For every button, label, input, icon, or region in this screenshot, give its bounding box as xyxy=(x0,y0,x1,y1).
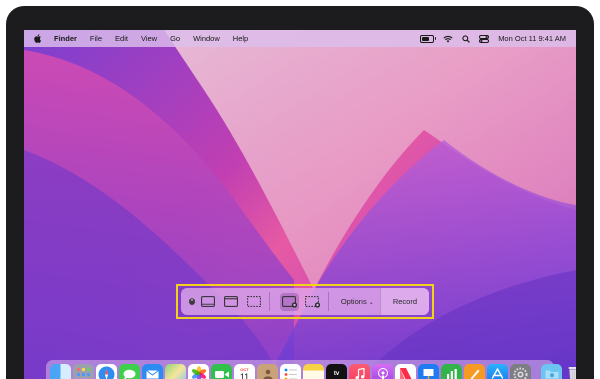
menu-window[interactable]: Window xyxy=(193,34,220,43)
dock-news-icon[interactable] xyxy=(395,363,416,379)
laptop-bezel: Finder File Edit View Go Window Help Mon… xyxy=(6,6,594,379)
wifi-icon[interactable] xyxy=(443,35,453,43)
dock-keynote-icon[interactable] xyxy=(418,363,439,379)
search-icon[interactable] xyxy=(462,34,471,43)
dock-contacts-icon[interactable] xyxy=(257,363,278,379)
capture-selection-icon[interactable] xyxy=(245,293,264,311)
dock-numbers-icon[interactable] xyxy=(441,363,462,379)
dock-finder-icon[interactable] xyxy=(50,363,71,379)
record-entire-screen-icon[interactable] xyxy=(280,292,300,311)
record-button[interactable]: Record xyxy=(379,288,430,315)
toolbar-divider xyxy=(269,292,271,311)
dock-system-preferences-icon[interactable] xyxy=(510,363,531,379)
capture-entire-screen-icon[interactable] xyxy=(199,293,218,311)
wallpaper xyxy=(24,30,576,379)
options-label: Options xyxy=(340,297,367,306)
dock-tv-icon[interactable]: tv xyxy=(326,363,347,379)
dock-music-icon[interactable] xyxy=(349,363,370,379)
apple-menu-icon[interactable] xyxy=(34,34,42,43)
control-center-icon[interactable] xyxy=(479,34,490,43)
record-selection-icon[interactable] xyxy=(303,293,322,311)
toolbar-divider xyxy=(327,292,329,311)
record-label: Record xyxy=(392,297,418,306)
menu-go[interactable]: Go xyxy=(170,34,180,43)
dock-safari-icon[interactable] xyxy=(96,363,117,379)
close-icon[interactable]: × xyxy=(189,298,195,305)
menu-bar: Finder File Edit View Go Window Help Mon… xyxy=(24,30,576,47)
dock-reminders-icon[interactable] xyxy=(280,363,301,379)
capture-window-icon[interactable] xyxy=(222,293,241,311)
battery-icon[interactable] xyxy=(420,34,437,43)
dock-maps-icon[interactable] xyxy=(165,363,186,379)
dock-launchpad-icon[interactable] xyxy=(73,363,94,379)
menu-help[interactable]: Help xyxy=(233,34,248,43)
dock: OCT 11 tv xyxy=(46,360,576,379)
screenshot-toolbar: × Options ⌄ Record xyxy=(181,288,430,315)
dock-app-store-icon[interactable] xyxy=(487,363,508,379)
menu-clock[interactable]: Mon Oct 11 9:41 AM xyxy=(498,34,566,43)
menu-view[interactable]: View xyxy=(141,34,157,43)
dock-photos-icon[interactable] xyxy=(188,363,209,379)
dock-trash-icon[interactable] xyxy=(564,364,576,379)
calendar-day: 11 xyxy=(239,371,250,379)
dock-mail-icon[interactable] xyxy=(142,363,163,379)
desktop-screen: Finder File Edit View Go Window Help Mon… xyxy=(24,30,576,379)
menu-edit[interactable]: Edit xyxy=(115,34,128,43)
options-button[interactable]: Options ⌄ xyxy=(335,297,380,306)
menu-file[interactable]: File xyxy=(90,34,102,43)
menu-app-name[interactable]: Finder xyxy=(54,34,77,43)
dock-calendar-icon[interactable]: OCT 11 xyxy=(234,363,255,379)
dock-downloads-folder-icon[interactable] xyxy=(541,363,562,379)
dock-podcasts-icon[interactable] xyxy=(372,363,393,379)
dock-facetime-icon[interactable] xyxy=(211,363,232,379)
dock-messages-icon[interactable] xyxy=(119,363,140,379)
dock-notes-icon[interactable] xyxy=(303,363,324,379)
chevron-down-icon: ⌄ xyxy=(368,300,374,306)
dock-pages-icon[interactable] xyxy=(464,363,485,379)
